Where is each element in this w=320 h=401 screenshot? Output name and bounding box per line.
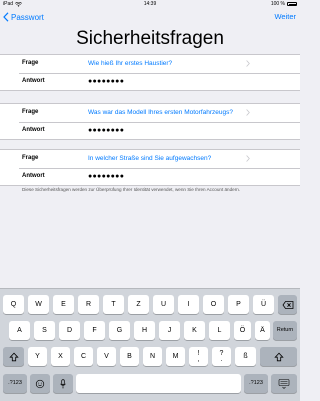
key-r[interactable]: R — [78, 295, 99, 314]
answer-label: Antwort — [22, 172, 45, 179]
key-l[interactable]: L — [209, 321, 230, 340]
key-y[interactable]: Y — [28, 347, 47, 366]
question-group-2: Frage Was war das Modell Ihres ersten Mo… — [0, 103, 300, 140]
key-v[interactable]: V — [97, 347, 116, 366]
answer-field[interactable]: ●●●●●●●● — [88, 168, 124, 186]
dismiss-keyboard-key[interactable] — [271, 374, 297, 393]
key-ue[interactable]: Ü — [253, 295, 274, 314]
question-row[interactable]: Frage Wie hieß Ihr erstes Haustier? — [0, 55, 300, 73]
key-h[interactable]: H — [134, 321, 155, 340]
key-w[interactable]: W — [28, 295, 49, 314]
answer-label: Antwort — [22, 77, 45, 84]
battery-percent: 100 % — [270, 1, 285, 7]
chevron-right-icon — [246, 109, 250, 116]
space-bar[interactable] — [76, 374, 241, 393]
shift-icon — [9, 352, 18, 361]
key-c[interactable]: C — [74, 347, 93, 366]
question-value: In welcher Straße sind Sie aufgewachsen? — [88, 155, 212, 162]
numbers-key-left[interactable]: .?123 — [3, 374, 27, 393]
key-q[interactable]: Q — [3, 295, 24, 314]
keyboard: Q W E R T Z U I O P Ü A S D F G H J K L … — [0, 288, 300, 401]
answer-field[interactable]: ●●●●●●●● — [88, 122, 124, 140]
question-label: Frage — [22, 109, 39, 115]
chevron-right-icon — [246, 60, 250, 67]
key-i[interactable]: I — [178, 295, 199, 314]
backspace-icon — [282, 300, 293, 309]
return-key[interactable]: Return — [273, 321, 297, 340]
key-s[interactable]: S — [34, 321, 55, 340]
key-sz[interactable]: ß — [235, 347, 256, 366]
key-g[interactable]: G — [109, 321, 130, 340]
numbers-key-right[interactable]: .?123 — [244, 374, 268, 393]
question-label: Frage — [22, 155, 39, 161]
key-oe[interactable]: Ö — [234, 321, 251, 340]
key-j[interactable]: J — [159, 321, 180, 340]
status-bar: iPad 14:39 100 % — [0, 0, 300, 8]
key-question-period[interactable]: ? . — [212, 347, 231, 366]
key-comma-label: , — [197, 356, 200, 363]
key-ae[interactable]: Ä — [255, 321, 270, 340]
question-value: Was war das Modell Ihres ersten Motorfah… — [88, 109, 233, 116]
key-a[interactable]: A — [9, 321, 30, 340]
chevron-left-icon — [3, 12, 9, 22]
keyboard-dismiss-icon — [278, 378, 290, 389]
back-button[interactable]: Passwort — [3, 10, 44, 24]
key-z[interactable]: Z — [128, 295, 149, 314]
key-u[interactable]: U — [153, 295, 174, 314]
key-n[interactable]: N — [143, 347, 162, 366]
question-value: Wie hieß Ihr erstes Haustier? — [88, 60, 173, 67]
key-o[interactable]: O — [203, 295, 224, 314]
question-row[interactable]: Frage Was war das Modell Ihres ersten Mo… — [0, 104, 300, 122]
status-time: 14:39 — [143, 1, 157, 7]
chevron-right-icon — [246, 155, 250, 162]
footnote: Diese Sicherheitsfragen werden zur Überp… — [22, 187, 241, 192]
microphone-icon — [60, 378, 66, 388]
key-d[interactable]: D — [59, 321, 80, 340]
battery-icon — [287, 2, 297, 6]
question-group-1: Frage Wie hieß Ihr erstes Haustier? Antw… — [0, 54, 300, 91]
answer-row[interactable]: Antwort ●●●●●●●● — [0, 167, 300, 186]
key-e[interactable]: E — [53, 295, 74, 314]
next-button[interactable]: Weiter — [274, 10, 296, 24]
key-t[interactable]: T — [103, 295, 124, 314]
emoji-icon — [35, 379, 45, 388]
back-button-label: Passwort — [11, 12, 44, 22]
answer-row[interactable]: Antwort ●●●●●●●● — [0, 121, 300, 140]
question-row[interactable]: Frage In welcher Straße sind Sie aufgewa… — [0, 150, 300, 168]
emoji-key[interactable] — [30, 374, 50, 393]
key-period-label: . — [220, 356, 223, 363]
answer-field[interactable]: ●●●●●●●● — [88, 73, 124, 91]
key-m[interactable]: M — [166, 347, 185, 366]
key-exclamation-comma[interactable]: ! , — [189, 347, 208, 366]
question-label: Frage — [22, 60, 39, 66]
key-k[interactable]: K — [184, 321, 205, 340]
shift-icon — [274, 352, 283, 361]
key-b[interactable]: B — [120, 347, 139, 366]
key-p[interactable]: P — [228, 295, 249, 314]
backspace-key[interactable] — [278, 295, 297, 314]
key-f[interactable]: F — [84, 321, 105, 340]
page-title: Sicherheitsfragen — [76, 28, 224, 49]
shift-key-left[interactable] — [3, 347, 24, 366]
question-group-3: Frage In welcher Straße sind Sie aufgewa… — [0, 149, 300, 186]
shift-key-right[interactable] — [260, 347, 297, 366]
dictation-key[interactable] — [53, 374, 73, 393]
status-right: 100 % — [271, 0, 297, 8]
answer-row[interactable]: Antwort ●●●●●●●● — [0, 72, 300, 91]
navigation-bar: Passwort Weiter — [0, 8, 300, 26]
answer-label: Antwort — [22, 126, 45, 133]
key-x[interactable]: X — [51, 347, 70, 366]
